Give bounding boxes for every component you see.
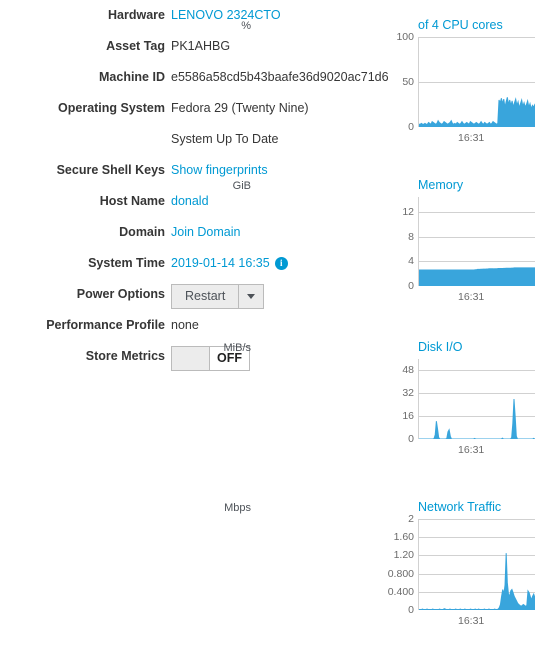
value-store-metrics: OFF xyxy=(171,341,392,372)
toggle-knob xyxy=(172,347,209,371)
chart-memory-title[interactable]: Memory xyxy=(418,178,463,192)
chart-cpu-ytick: 50 xyxy=(402,76,414,88)
chart-network-traffic-plot xyxy=(418,519,535,610)
chart-memory-unit: GiB xyxy=(232,180,251,192)
chart-network-traffic-ytick: 0 xyxy=(408,604,414,616)
chart-disk-io-plot xyxy=(418,359,535,439)
chart-disk-io-ytick: 32 xyxy=(402,387,414,400)
chart-cpu-title[interactable]: of 4 CPU cores xyxy=(418,18,503,32)
info-row-host-name: Host Name donald xyxy=(0,186,392,217)
chart-memory-plot xyxy=(418,197,535,286)
info-row-asset-tag: Asset Tag PK1AHBG xyxy=(0,31,392,62)
info-row-domain: Domain Join Domain xyxy=(0,217,392,248)
chart-disk-io-ytick: 0 xyxy=(408,433,414,445)
chart-cpu-plot xyxy=(418,37,535,127)
chart-disk-io-ytick: 48 xyxy=(402,364,414,377)
chart-network-traffic-unit: Mbps xyxy=(224,502,251,514)
chart-network-traffic-ytick: 0.400 xyxy=(387,585,414,598)
join-domain-link[interactable]: Join Domain xyxy=(171,225,240,239)
show-fingerprints-link[interactable]: Show fingerprints xyxy=(171,163,268,177)
chart-network-traffic-title[interactable]: Network Traffic xyxy=(418,500,501,514)
chart-network-traffic-ytick: 0.800 xyxy=(387,567,414,580)
value-hardware: LENOVO 2324CTO xyxy=(171,0,392,31)
info-icon[interactable]: i xyxy=(274,257,288,270)
chart-disk-io-xtick: 16:31 xyxy=(458,444,485,456)
chart-network-traffic-ytick: 1.60 xyxy=(393,531,414,544)
info-row-update-status: System Up To Date xyxy=(0,124,392,155)
info-row-power-options: Power Options Restart xyxy=(0,279,392,310)
label-store-metrics: Store Metrics xyxy=(85,349,165,363)
chart-network-traffic-ytick: 1.20 xyxy=(393,549,414,562)
power-options-dropdown-toggle[interactable] xyxy=(239,284,265,310)
chart-network-traffic-ytick: 2 xyxy=(408,513,414,525)
system-info-list: Hardware LENOVO 2324CTO Asset Tag PK1AHB… xyxy=(0,0,392,372)
value-asset-tag: PK1AHBG xyxy=(171,39,231,53)
value-operating-system: Fedora 29 (Twenty Nine) xyxy=(171,101,309,115)
value-performance-profile: none xyxy=(171,318,199,332)
value-system-time: 2019-01-14 16:35 i xyxy=(171,248,392,279)
value-machine-id: e5586a58cd5b43baafe36d9020ac71d6 xyxy=(171,70,389,84)
value-host-name: donald xyxy=(171,186,392,217)
system-time-link[interactable]: 2019-01-14 16:35 xyxy=(171,256,270,270)
chart-memory-xtick: 16:31 xyxy=(458,291,485,303)
value-domain: Join Domain xyxy=(171,217,392,248)
chart-cpu-unit: % xyxy=(241,20,251,32)
chart-disk-io-title[interactable]: Disk I/O xyxy=(418,340,462,354)
label-system-time: System Time xyxy=(88,256,165,270)
info-row-machine-id: Machine ID e5586a58cd5b43baafe36d9020ac7… xyxy=(0,62,392,93)
power-options-button-group: Restart xyxy=(171,284,265,310)
info-row-performance-profile: Performance Profile none xyxy=(0,310,392,341)
chevron-down-icon xyxy=(247,294,256,300)
info-row-secure-shell-keys: Secure Shell Keys Show fingerprints xyxy=(0,155,392,186)
info-row-system-time: System Time 2019-01-14 16:35 i xyxy=(0,248,392,279)
host-name-link[interactable]: donald xyxy=(171,194,209,208)
chart-cpu-ytick: 0 xyxy=(408,121,414,133)
hardware-link[interactable]: LENOVO 2324CTO xyxy=(171,8,281,22)
info-row-operating-system: Operating System Fedora 29 (Twenty Nine) xyxy=(0,93,392,124)
metrics-charts-column: % of 4 CPU cores 100 50 0 16:31 GiB Memory … xyxy=(224,0,535,648)
chart-memory-ytick: 12 xyxy=(402,206,414,219)
label-hardware: Hardware xyxy=(108,8,165,22)
chart-disk-io-ytick: 16 xyxy=(402,410,414,423)
chart-memory-ytick: 4 xyxy=(408,255,414,268)
chart-cpu-ytick: 100 xyxy=(396,31,414,43)
restart-button[interactable]: Restart xyxy=(171,284,240,310)
value-power-options: Restart xyxy=(171,279,392,310)
info-row-hardware: Hardware LENOVO 2324CTO xyxy=(0,0,392,31)
chart-network-traffic-xtick: 16:31 xyxy=(458,615,485,627)
chart-disk-io-unit: MiB/s xyxy=(223,342,252,354)
system-overview-page: Hardware LENOVO 2324CTO Asset Tag PK1AHB… xyxy=(0,0,535,648)
chart-memory-ytick: 0 xyxy=(408,280,414,292)
label-operating-system: Operating System xyxy=(58,101,165,115)
value-update-status: System Up To Date xyxy=(171,132,279,146)
label-power-options: Power Options xyxy=(76,287,165,301)
label-host-name: Host Name xyxy=(99,194,165,208)
label-secure-shell-keys: Secure Shell Keys xyxy=(56,163,165,177)
info-row-store-metrics: Store Metrics OFF xyxy=(0,341,392,372)
label-asset-tag: Asset Tag xyxy=(106,39,165,53)
label-domain: Domain xyxy=(119,225,165,239)
value-secure-shell-keys: Show fingerprints xyxy=(171,155,392,186)
chart-cpu-xtick: 16:31 xyxy=(458,132,485,144)
chart-memory-ytick: 8 xyxy=(408,230,414,243)
label-performance-profile: Performance Profile xyxy=(46,318,165,332)
label-machine-id: Machine ID xyxy=(99,70,165,84)
